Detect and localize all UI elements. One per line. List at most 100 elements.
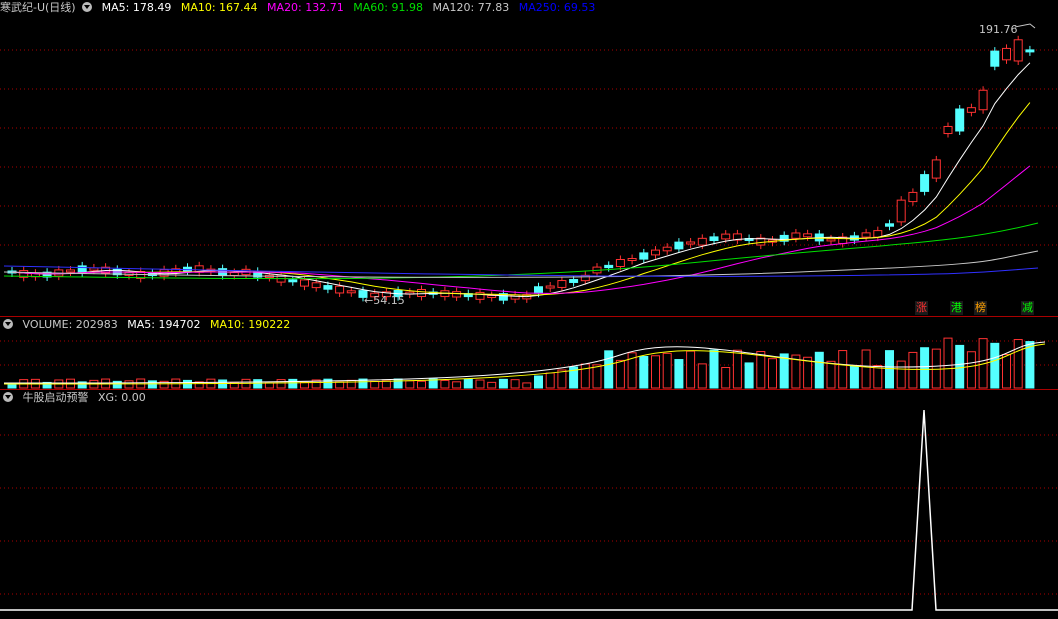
volume-bar bbox=[534, 375, 543, 389]
volume-header: VOLUME: 202983 MA5: 194702 MA10: 190222 bbox=[0, 317, 296, 333]
indicator-chart[interactable] bbox=[0, 390, 1058, 619]
tag-jian[interactable]: 减 bbox=[1021, 301, 1034, 315]
volume-bar bbox=[955, 344, 965, 389]
candle-body bbox=[709, 236, 719, 241]
candle-body bbox=[335, 285, 345, 294]
candle-body bbox=[639, 252, 649, 260]
ma5-label: MA5: 178.49 bbox=[101, 1, 172, 14]
volume-bar bbox=[744, 362, 754, 389]
candle-body bbox=[534, 286, 543, 294]
indicator-xg: XG: 0.00 bbox=[98, 391, 146, 404]
volume-value: VOLUME: 202983 bbox=[22, 318, 118, 331]
volume-bar bbox=[1025, 341, 1035, 389]
candle-body bbox=[955, 108, 965, 132]
volume-bar bbox=[674, 359, 684, 389]
settings-dropdown-icon[interactable] bbox=[82, 2, 93, 12]
candle-body bbox=[662, 246, 672, 252]
candle-body bbox=[803, 233, 813, 238]
ma60-line bbox=[3, 222, 1039, 280]
candle-body bbox=[615, 259, 625, 267]
volume-bar bbox=[592, 364, 602, 389]
volume-bar bbox=[487, 381, 497, 389]
candle-body bbox=[908, 191, 918, 203]
volume-bar bbox=[732, 349, 742, 389]
ma5-line bbox=[11, 62, 1031, 298]
volume-bar bbox=[768, 358, 777, 389]
stock-title: 寒武纪-U(日线) bbox=[0, 1, 76, 14]
candle-body bbox=[791, 232, 801, 239]
volume-bar bbox=[803, 356, 813, 389]
candle-body bbox=[475, 291, 485, 300]
low-price-value: 54.15 bbox=[373, 294, 405, 307]
candle-body bbox=[873, 230, 883, 238]
indicator-pane[interactable]: 牛股启动预警 XG: 0.00 bbox=[0, 390, 1058, 619]
candle-body bbox=[417, 289, 426, 297]
candle-body bbox=[920, 174, 930, 192]
tag-bang[interactable]: 榜 bbox=[974, 301, 987, 315]
candle-body bbox=[990, 50, 1000, 67]
candle-body bbox=[697, 237, 707, 246]
volume-bar bbox=[885, 350, 894, 389]
volume-dropdown-icon[interactable] bbox=[3, 319, 13, 329]
candle-body bbox=[1013, 39, 1023, 62]
candle-body bbox=[896, 199, 906, 223]
candle-body bbox=[826, 238, 836, 242]
ma250-label: MA250: 69.53 bbox=[518, 1, 596, 14]
volume-bar bbox=[463, 378, 473, 389]
volume-bar bbox=[686, 350, 696, 389]
volume-bar bbox=[510, 379, 520, 389]
volume-bar bbox=[498, 378, 508, 389]
high-pointer bbox=[1014, 23, 1036, 29]
indicator-dropdown-icon[interactable] bbox=[3, 392, 13, 402]
tag-gang[interactable]: 港 bbox=[950, 301, 963, 315]
price-chart[interactable] bbox=[0, 0, 1058, 316]
candle-body bbox=[346, 290, 356, 294]
volume-bar bbox=[264, 382, 274, 389]
candle-body bbox=[1025, 49, 1035, 53]
volume-bar bbox=[393, 378, 403, 389]
indicator-header: 牛股启动预警 XG: 0.00 bbox=[0, 390, 152, 406]
volume-bar bbox=[615, 359, 625, 389]
xg-signal-line bbox=[0, 409, 1058, 611]
volume-bar bbox=[405, 380, 415, 389]
volume-bar bbox=[814, 351, 824, 389]
volume-pane[interactable]: VOLUME: 202983 MA5: 194702 MA10: 190222 bbox=[0, 317, 1058, 389]
volume-bar bbox=[756, 351, 766, 389]
candle-body bbox=[311, 282, 321, 289]
price-pane[interactable]: 寒武纪-U(日线) MA5: 178.49 MA10: 167.44 MA20:… bbox=[0, 0, 1058, 316]
volume-bar bbox=[335, 381, 345, 389]
candle-body bbox=[885, 223, 894, 227]
volume-bar bbox=[849, 365, 859, 389]
volume-bar bbox=[452, 381, 462, 389]
candle-body bbox=[978, 89, 988, 111]
candle-body bbox=[452, 291, 462, 298]
volume-bar bbox=[873, 365, 883, 389]
candle-body bbox=[288, 279, 298, 283]
ma10-label: MA10: 167.44 bbox=[180, 1, 258, 14]
volume-bar bbox=[662, 352, 672, 389]
candle-body bbox=[1002, 47, 1011, 61]
volume-bar bbox=[990, 342, 1000, 389]
volume-bar bbox=[826, 360, 836, 389]
volume-bar bbox=[943, 337, 953, 389]
volume-bar bbox=[545, 372, 555, 389]
volume-bar bbox=[288, 378, 298, 389]
volume-bar bbox=[370, 380, 380, 389]
candle-body bbox=[861, 232, 871, 238]
volume-bar bbox=[861, 349, 871, 389]
volume-bar bbox=[218, 379, 228, 389]
volume-bar bbox=[183, 379, 192, 389]
volume-ma10: MA10: 190222 bbox=[209, 318, 291, 331]
candle-body bbox=[229, 272, 239, 276]
volume-bar bbox=[440, 379, 450, 389]
volume-bar bbox=[931, 348, 941, 389]
tag-zhang[interactable]: 涨 bbox=[915, 301, 928, 315]
volume-bar bbox=[697, 363, 707, 389]
volume-bar bbox=[381, 380, 391, 389]
candle-body bbox=[300, 279, 309, 287]
high-price-label: 191.76 bbox=[979, 23, 1018, 36]
candle-body bbox=[323, 285, 333, 290]
volume-bar bbox=[522, 382, 532, 389]
volume-bar bbox=[300, 381, 309, 389]
price-header: 寒武纪-U(日线) MA5: 178.49 MA10: 167.44 MA20:… bbox=[0, 0, 601, 16]
